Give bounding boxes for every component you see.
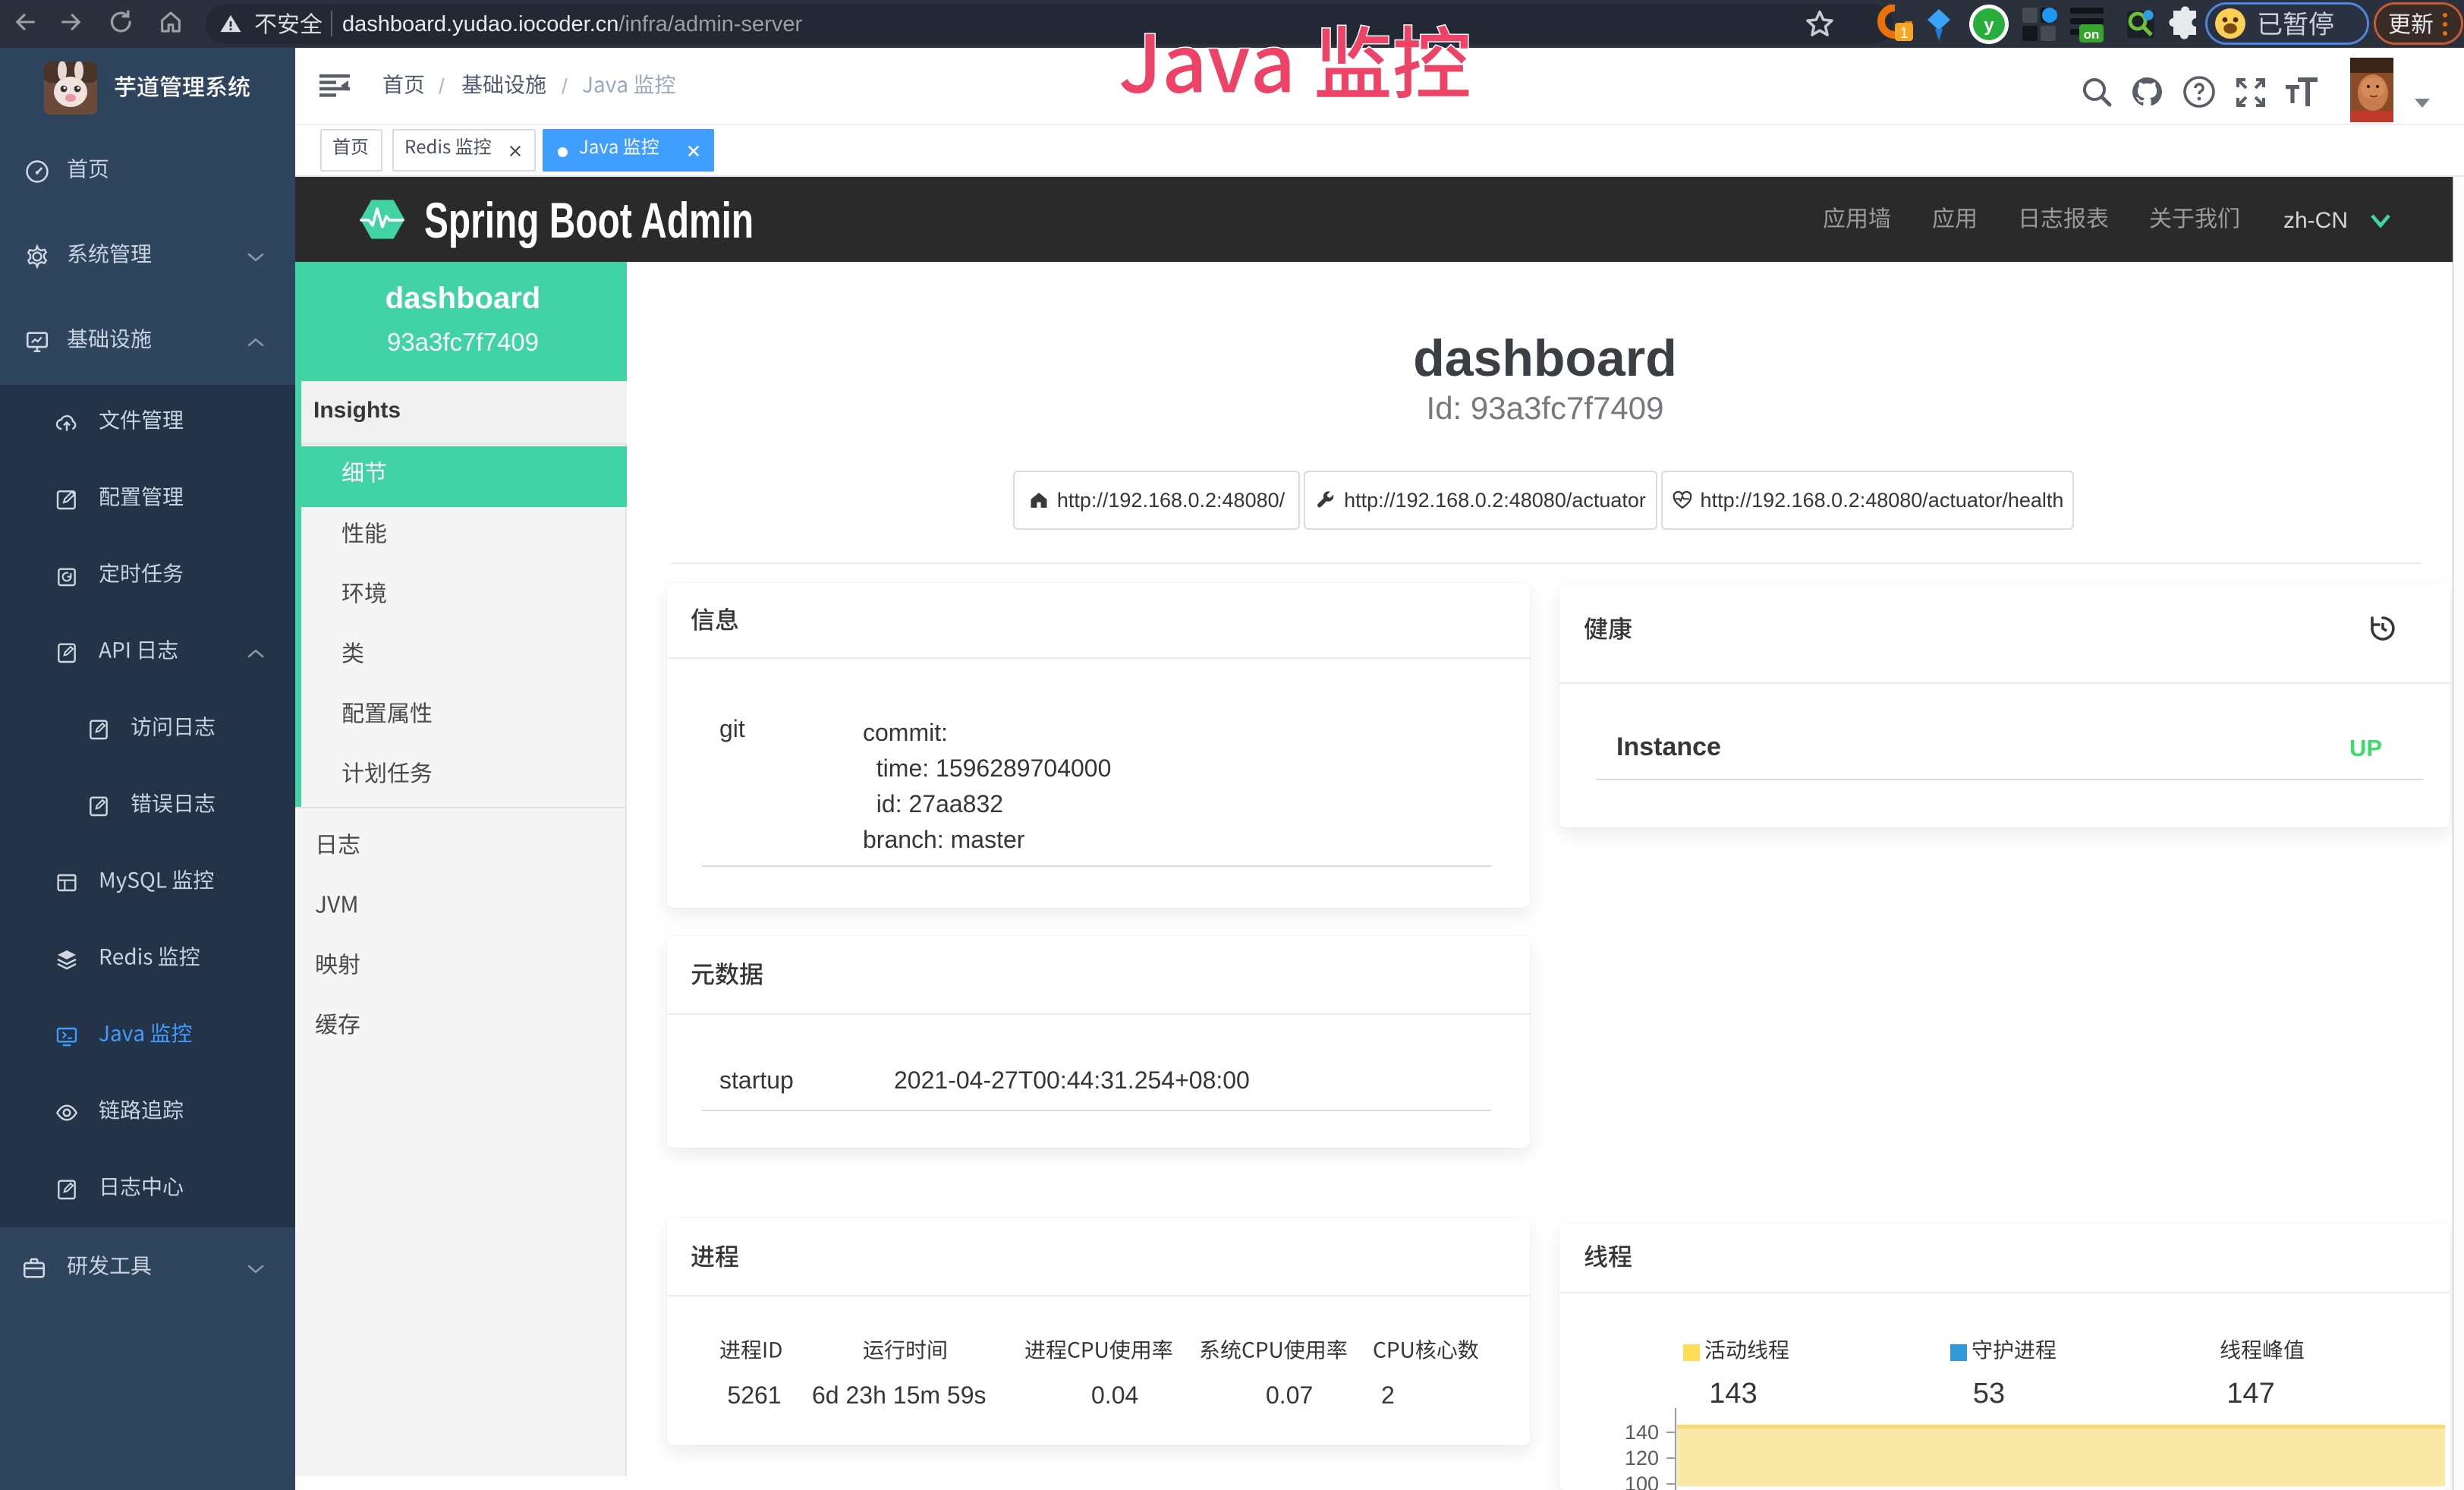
svg-text:on: on [2084, 27, 2100, 42]
svg-text:y: y [1984, 15, 1994, 36]
svg-text:1: 1 [1899, 25, 1908, 42]
